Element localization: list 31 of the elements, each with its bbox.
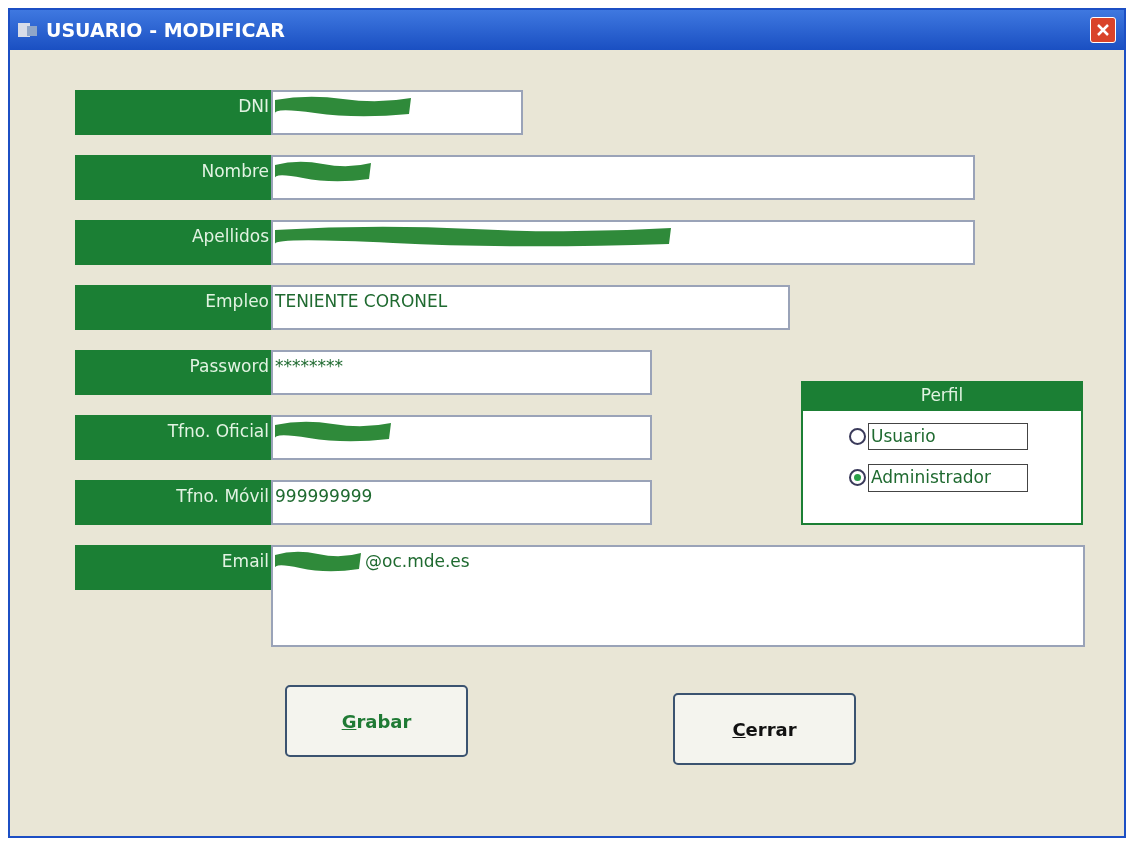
field-label: Password (75, 350, 271, 395)
close-button[interactable] (1090, 17, 1116, 43)
panel-title: Perfil (803, 382, 1081, 411)
dialog-button[interactable]: Grabar (285, 685, 468, 757)
field-label: Tfno. Oficial (75, 415, 271, 460)
field-label: Nombre (75, 155, 271, 200)
radio-button[interactable] (849, 427, 866, 445)
field-label: Tfno. Móvil (75, 480, 271, 525)
field-label: Empleo (75, 285, 271, 330)
field-label: Email (75, 545, 271, 590)
field-value: TENIENTE CORONEL (274, 290, 448, 313)
close-icon (1096, 23, 1110, 37)
dialog-button[interactable]: Cerrar (673, 693, 856, 765)
field-label: DNI (75, 90, 271, 135)
input-field[interactable]: ******** (271, 350, 652, 395)
input-field[interactable]: TENIENTE CORONEL (271, 285, 790, 330)
input-field[interactable]: @oc.mde.es (271, 545, 1085, 647)
radio-button[interactable] (849, 469, 866, 487)
field-value: ******** (274, 355, 343, 378)
input-field[interactable]: 999999999 (271, 480, 652, 525)
window-title: USUARIO - MODIFICAR (46, 17, 286, 43)
input-field[interactable] (271, 155, 975, 200)
app-icon (18, 22, 38, 38)
field-value: @oc.mde.es (364, 550, 470, 573)
radio-label[interactable]: Usuario (868, 422, 1028, 450)
input-field[interactable] (271, 415, 652, 460)
field-label: Apellidos (75, 220, 271, 265)
radio-label[interactable]: Administrador (868, 464, 1028, 492)
field-value: 999999999 (274, 485, 373, 508)
input-field[interactable] (271, 90, 523, 135)
input-field[interactable] (271, 220, 975, 265)
